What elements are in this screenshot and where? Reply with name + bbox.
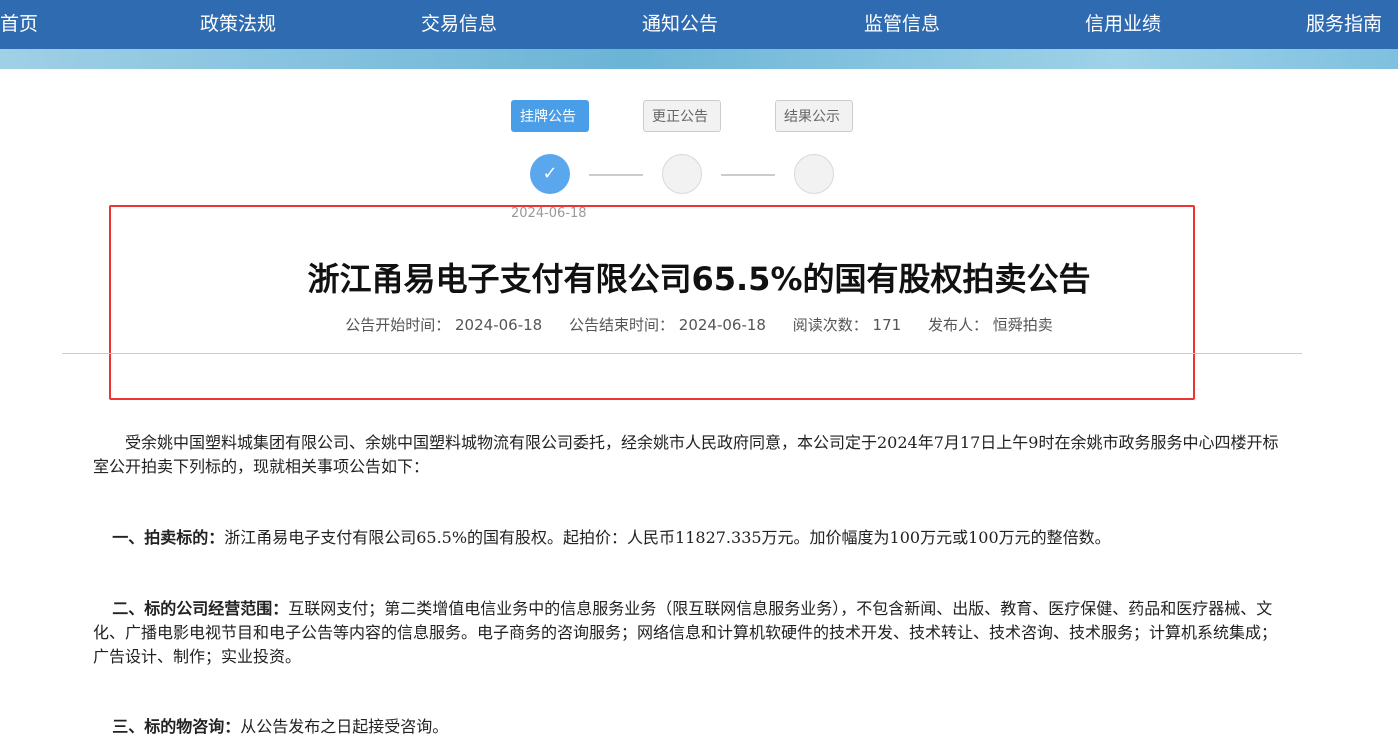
section-2-label: 二、标的公司经营范围：	[112, 599, 289, 618]
start-time-label: 公告开始时间：	[345, 316, 451, 334]
nav-item-supervision[interactable]: 监管信息	[864, 0, 940, 49]
publisher-value: 恒舜拍卖	[992, 316, 1053, 334]
nav-item-policy[interactable]: 政策法规	[200, 0, 276, 49]
step-connector-2	[721, 174, 775, 176]
meta-start-time: 公告开始时间： 2024-06-18	[345, 316, 547, 334]
step-1-complete: ✓	[530, 154, 570, 194]
end-time-value: 2024-06-18	[678, 316, 766, 334]
nav-decoration-strip	[0, 49, 1398, 69]
nav-item-notices[interactable]: 通知公告	[642, 0, 718, 49]
announcement-meta: 公告开始时间： 2024-06-18 公告结束时间： 2024-06-18 阅读…	[0, 314, 1398, 335]
step-3-pending	[794, 154, 834, 194]
tab-listing-announcement[interactable]: 挂牌公告	[511, 100, 589, 132]
highlight-box	[109, 205, 1195, 400]
nav-item-trading[interactable]: 交易信息	[421, 0, 497, 49]
meta-end-time: 公告结束时间： 2024-06-18	[569, 316, 771, 334]
nav-item-service-guide[interactable]: 服务指南	[1306, 0, 1382, 49]
view-count-value: 171	[872, 316, 902, 334]
nav-item-home[interactable]: 首页	[0, 0, 38, 49]
tab-result-publication[interactable]: 结果公示	[775, 100, 853, 132]
start-time-value: 2024-06-18	[455, 316, 543, 334]
section-1-text: 浙江甬易电子支付有限公司65.5%的国有股权。起拍价：人民币11827.335万…	[224, 528, 1111, 547]
step-connector-1	[589, 174, 643, 176]
publisher-label: 发布人：	[927, 316, 988, 334]
meta-view-count: 阅读次数： 171	[793, 316, 906, 334]
nav-item-credit[interactable]: 信用业绩	[1085, 0, 1161, 49]
top-nav: 首页 政策法规 交易信息 通知公告 监管信息 信用业绩 服务指南	[0, 0, 1398, 49]
tab-correction-announcement[interactable]: 更正公告	[643, 100, 721, 132]
section-business-scope: 二、标的公司经营范围：互联网支付；第二类增值电信业务中的信息服务业务（限互联网信…	[93, 597, 1283, 669]
section-1-label: 一、拍卖标的：	[112, 528, 225, 547]
section-3-text: 从公告发布之日起接受咨询。	[240, 717, 449, 736]
section-auction-target: 一、拍卖标的：浙江甬易电子支付有限公司65.5%的国有股权。起拍价：人民币118…	[93, 526, 1283, 550]
page-title: 浙江甬易电子支付有限公司65.5%的国有股权拍卖公告	[307, 260, 1091, 298]
view-count-label: 阅读次数：	[792, 316, 868, 334]
section-consultation: 三、标的物咨询：从公告发布之日起接受咨询。	[93, 715, 1283, 739]
meta-publisher: 发布人： 恒舜拍卖	[928, 316, 1053, 334]
end-time-label: 公告结束时间：	[568, 316, 674, 334]
title-divider	[62, 353, 1302, 354]
check-icon: ✓	[542, 163, 558, 184]
step-2-pending	[662, 154, 702, 194]
section-3-label: 三、标的物咨询：	[112, 717, 241, 736]
intro-paragraph: 受余姚中国塑料城集团有限公司、余姚中国塑料城物流有限公司委托，经余姚市人民政府同…	[93, 433, 1279, 476]
